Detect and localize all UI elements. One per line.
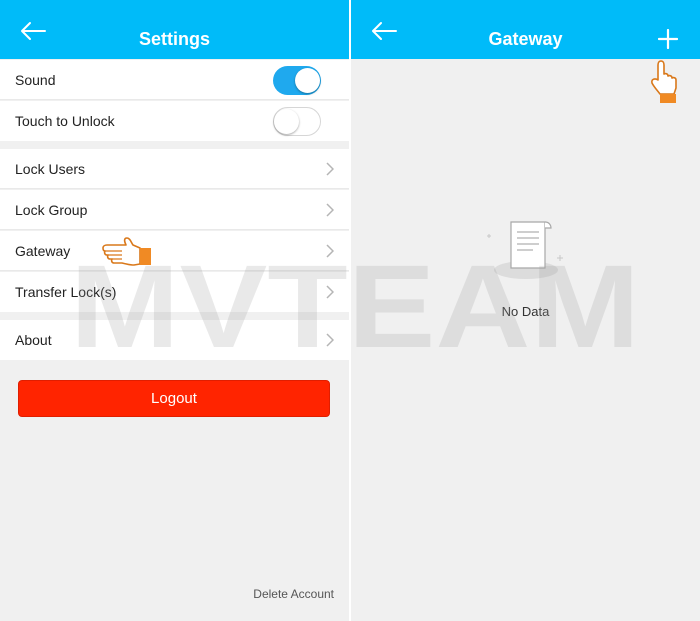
empty-state-text: No Data: [501, 304, 550, 319]
plus-icon[interactable]: [658, 29, 678, 49]
settings-screen: Settings Sound Touch to Unlock Lock User…: [0, 0, 349, 621]
chevron-right-icon: [326, 162, 334, 176]
lock-users-label: Lock Users: [15, 161, 86, 177]
about-row[interactable]: About: [0, 320, 349, 360]
touch-to-unlock-toggle[interactable]: [273, 107, 321, 136]
page-title: Settings: [138, 29, 210, 49]
touch-to-unlock-label: Touch to Unlock: [15, 113, 115, 129]
chevron-right-icon: [326, 203, 334, 217]
sound-label: Sound: [15, 72, 56, 88]
delete-account-link[interactable]: Delete Account: [253, 587, 334, 601]
row-divider: [0, 188, 349, 189]
logout-button[interactable]: Logout: [18, 380, 330, 417]
toggle-knob: [295, 68, 320, 93]
gateway-row[interactable]: Gateway: [0, 231, 349, 271]
lock-users-row[interactable]: Lock Users: [0, 149, 349, 189]
gateway-label: Gateway: [15, 243, 71, 259]
touch-to-unlock-row: Touch to Unlock: [0, 101, 349, 141]
chevron-right-icon: [326, 285, 334, 299]
settings-header: Settings: [0, 0, 349, 59]
chevron-right-icon: [326, 244, 334, 258]
chevron-right-icon: [326, 333, 334, 347]
lock-group-label: Lock Group: [15, 202, 88, 218]
pointing-hand-icon: [102, 237, 151, 266]
sound-row: Sound: [0, 60, 349, 100]
about-label: About: [15, 332, 52, 348]
transfer-locks-label: Transfer Lock(s): [15, 284, 117, 300]
transfer-locks-row[interactable]: Transfer Lock(s): [0, 272, 349, 312]
lock-group-row[interactable]: Lock Group: [0, 190, 349, 230]
toggle-knob: [274, 109, 299, 134]
row-divider: [0, 99, 349, 100]
page-title: Gateway: [488, 29, 563, 49]
empty-document-icon: [487, 221, 563, 279]
row-divider: [0, 270, 349, 271]
gateway-screen: Gateway No Data: [351, 0, 700, 621]
pointing-hand-icon: [651, 60, 677, 103]
row-divider: [0, 229, 349, 230]
sound-toggle[interactable]: [273, 66, 321, 95]
gateway-header: Gateway: [351, 0, 700, 59]
